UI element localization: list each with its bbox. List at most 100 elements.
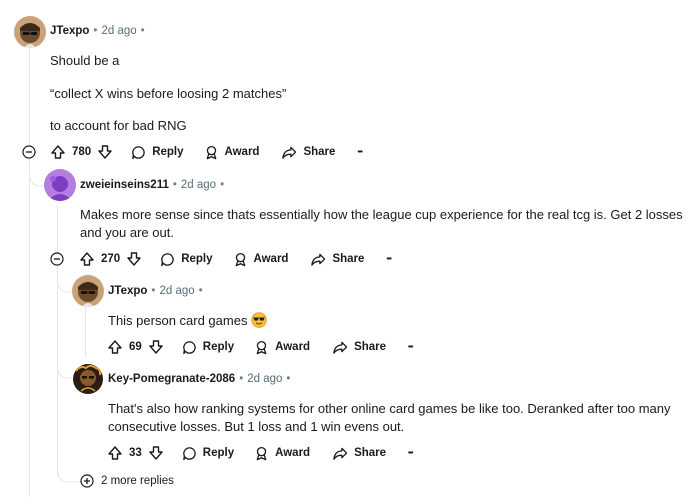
share-button[interactable]: Share bbox=[332, 340, 386, 355]
timestamp[interactable]: 2d ago bbox=[159, 285, 194, 297]
thread-line-level2 bbox=[57, 206, 58, 476]
comment-meta: JTexpo • 2d ago • bbox=[50, 25, 149, 37]
downvote-button[interactable] bbox=[148, 445, 164, 461]
overflow-menu-button[interactable]: ••• bbox=[408, 344, 413, 351]
downvote-icon bbox=[149, 446, 163, 460]
downvote-button[interactable] bbox=[126, 251, 142, 267]
separator-dot: • bbox=[151, 285, 156, 297]
upvote-icon bbox=[108, 340, 122, 354]
more-replies-button[interactable]: 2 more replies bbox=[80, 474, 174, 488]
separator-dot: • bbox=[93, 25, 98, 37]
timestamp[interactable]: 2d ago bbox=[247, 373, 282, 385]
avatar[interactable] bbox=[72, 275, 104, 307]
thread-line-level3 bbox=[85, 306, 86, 358]
overflow-menu-button[interactable]: ••• bbox=[408, 450, 413, 457]
upvote-button[interactable] bbox=[107, 339, 123, 355]
comment-actions: 33 Reply Award Share ••• bbox=[107, 442, 413, 464]
reply-button[interactable]: Reply bbox=[131, 145, 184, 160]
share-label: Share bbox=[354, 341, 387, 353]
comment-text-line: and you are out. bbox=[80, 225, 174, 240]
share-label: Share bbox=[354, 447, 387, 459]
upvote-button[interactable] bbox=[107, 445, 123, 461]
username[interactable]: JTexpo bbox=[50, 25, 89, 37]
award-button[interactable]: Award bbox=[254, 446, 310, 461]
award-button[interactable]: Award bbox=[233, 252, 289, 267]
username[interactable]: zweieinseins211 bbox=[80, 179, 169, 191]
comment-text-line: This person card games bbox=[108, 313, 248, 328]
avatar[interactable] bbox=[44, 169, 76, 201]
timestamp[interactable]: 2d ago bbox=[181, 179, 216, 191]
username[interactable]: Key-Pomegranate-2086 bbox=[108, 373, 235, 385]
reply-label: Reply bbox=[202, 447, 235, 459]
share-icon bbox=[311, 253, 326, 266]
share-button[interactable]: Share bbox=[332, 446, 386, 461]
reply-label: Reply bbox=[181, 253, 213, 265]
share-label: Share bbox=[303, 146, 336, 158]
upvote-button[interactable] bbox=[79, 251, 95, 267]
overflow-menu-button[interactable]: ••• bbox=[386, 256, 391, 263]
reply-icon bbox=[132, 145, 145, 159]
share-button[interactable]: Share bbox=[281, 145, 335, 160]
separator-dot: • bbox=[172, 179, 177, 191]
comment-actions: 270 Reply Award Share ••• bbox=[79, 248, 392, 270]
avatar[interactable] bbox=[14, 16, 46, 48]
award-button[interactable]: Award bbox=[254, 340, 310, 355]
comment-meta: JTexpo • 2d ago • bbox=[108, 285, 207, 297]
share-icon bbox=[333, 447, 348, 460]
separator-dot: • bbox=[239, 373, 244, 385]
vote-count: 270 bbox=[101, 253, 121, 265]
overflow-menu-button[interactable]: ••• bbox=[357, 149, 362, 156]
award-icon bbox=[235, 252, 245, 266]
upvote-icon bbox=[80, 252, 94, 266]
comment-actions: 780 Reply Award Share ••• bbox=[50, 141, 363, 163]
thread-line-root bbox=[29, 48, 30, 497]
award-icon bbox=[206, 145, 216, 159]
share-icon bbox=[282, 146, 297, 159]
reply-label: Reply bbox=[152, 146, 184, 158]
plus-circle-icon bbox=[80, 474, 94, 488]
comment-actions: 69 Reply Award Share ••• bbox=[107, 336, 413, 358]
share-label: Share bbox=[332, 253, 365, 265]
award-button[interactable]: Award bbox=[204, 145, 260, 160]
separator-dot: • bbox=[286, 373, 291, 385]
upvote-icon bbox=[51, 145, 65, 159]
reply-button[interactable]: Reply bbox=[182, 446, 234, 461]
comment-text-line: That's also how ranking systems for othe… bbox=[108, 401, 671, 416]
avatar[interactable] bbox=[72, 363, 104, 395]
award-label: Award bbox=[253, 253, 289, 265]
comment-meta: Key-Pomegranate-2086 • 2d ago • bbox=[108, 373, 294, 385]
comment-text-line: Should be a bbox=[50, 53, 120, 68]
downvote-button[interactable] bbox=[97, 144, 113, 160]
separator-dot: • bbox=[198, 285, 203, 297]
username[interactable]: JTexpo bbox=[108, 285, 147, 297]
comment-text-line: consecutive losses. But 1 loss and 1 win… bbox=[108, 419, 405, 434]
comment-meta: zweieinseins211 • 2d ago • bbox=[80, 179, 228, 191]
collapse-thread-button[interactable] bbox=[22, 145, 36, 159]
timestamp[interactable]: 2d ago bbox=[101, 25, 136, 37]
collapse-thread-button[interactable] bbox=[50, 252, 64, 266]
reply-icon bbox=[182, 340, 196, 354]
vote-count: 69 bbox=[129, 341, 142, 353]
reply-button[interactable]: Reply bbox=[182, 340, 234, 355]
share-button[interactable]: Share bbox=[310, 252, 364, 267]
award-label: Award bbox=[224, 146, 260, 158]
comment-text-line: “collect X wins before loosing 2 matches… bbox=[50, 86, 287, 101]
award-icon bbox=[256, 446, 267, 460]
award-icon bbox=[256, 340, 267, 354]
vote-count: 780 bbox=[72, 146, 92, 158]
downvote-button[interactable] bbox=[148, 339, 164, 355]
comment-text-line: Makes more sense since thats essentially… bbox=[80, 207, 683, 222]
vote-count: 33 bbox=[129, 447, 142, 459]
more-replies-label: 2 more replies bbox=[101, 475, 174, 487]
reply-button[interactable]: Reply bbox=[160, 252, 213, 267]
upvote-button[interactable] bbox=[50, 144, 66, 160]
downvote-icon bbox=[149, 340, 163, 354]
separator-dot: • bbox=[140, 25, 145, 37]
reply-label: Reply bbox=[202, 341, 235, 353]
upvote-icon bbox=[108, 446, 122, 460]
downvote-icon bbox=[127, 252, 141, 266]
award-label: Award bbox=[275, 341, 311, 353]
share-icon bbox=[333, 341, 348, 354]
downvote-icon bbox=[98, 145, 112, 159]
separator-dot: • bbox=[220, 179, 225, 191]
